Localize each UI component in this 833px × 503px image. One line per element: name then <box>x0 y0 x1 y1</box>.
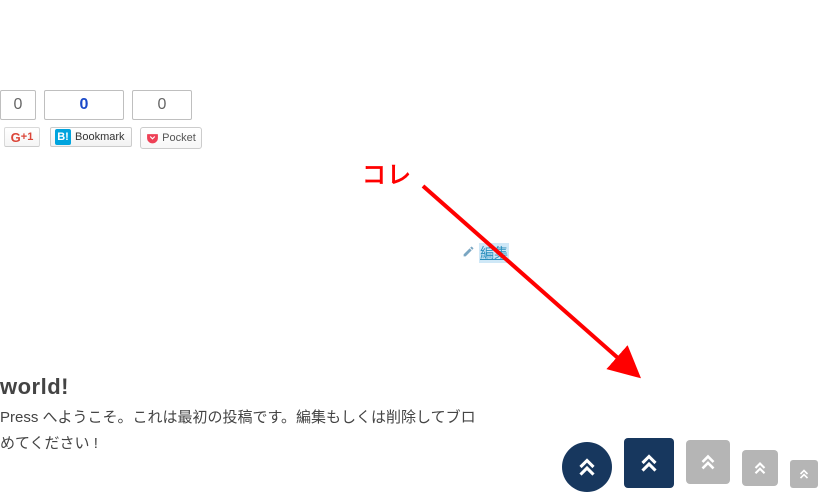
post-line-2: めてください ! <box>0 435 98 452</box>
google-plus-icon: G <box>11 130 21 145</box>
back-to-top-button-gray-2[interactable] <box>742 450 778 486</box>
hatena-count: 0 <box>44 90 124 120</box>
gplus-count: 0 <box>0 90 36 120</box>
annotation-arrow <box>415 178 675 398</box>
pocket-icon <box>146 132 159 145</box>
pencil-icon <box>462 245 475 261</box>
share-counts-row: 0 0 0 <box>0 90 192 120</box>
back-to-top-button-gray-3[interactable] <box>790 460 818 488</box>
hatena-bookmark-button[interactable]: B! Bookmark <box>50 127 132 147</box>
back-to-top-button-square-large[interactable] <box>624 438 674 488</box>
post-body: Press へようこそ。これは最初の投稿です。編集もしくは削除してブロ めてくだ… <box>0 405 620 456</box>
chevron-double-up-icon <box>797 467 811 481</box>
hatena-label: Bookmark <box>75 131 125 143</box>
chevron-double-up-icon <box>636 450 662 476</box>
pocket-button[interactable]: Pocket <box>140 127 202 149</box>
hatena-icon: B! <box>55 129 71 145</box>
pocket-label: Pocket <box>162 132 196 144</box>
annotation-label: コレ <box>362 155 412 190</box>
back-to-top-button-gray-1[interactable] <box>686 440 730 484</box>
chevron-double-up-icon <box>574 454 600 480</box>
post-line-1: Press へようこそ。これは最初の投稿です。編集もしくは削除してブロ <box>0 409 476 426</box>
chevron-double-up-icon <box>697 451 719 473</box>
back-to-top-button-circle[interactable] <box>562 442 612 492</box>
edit-link[interactable]: 編集 <box>479 243 509 263</box>
edit-link-container: 編集 <box>462 243 509 263</box>
pocket-count: 0 <box>132 90 192 120</box>
post-title: world! <box>0 374 69 400</box>
google-plus-one-button[interactable]: G+1 <box>4 127 40 147</box>
chevron-double-up-icon <box>751 459 769 477</box>
google-plus-label: +1 <box>21 131 34 143</box>
